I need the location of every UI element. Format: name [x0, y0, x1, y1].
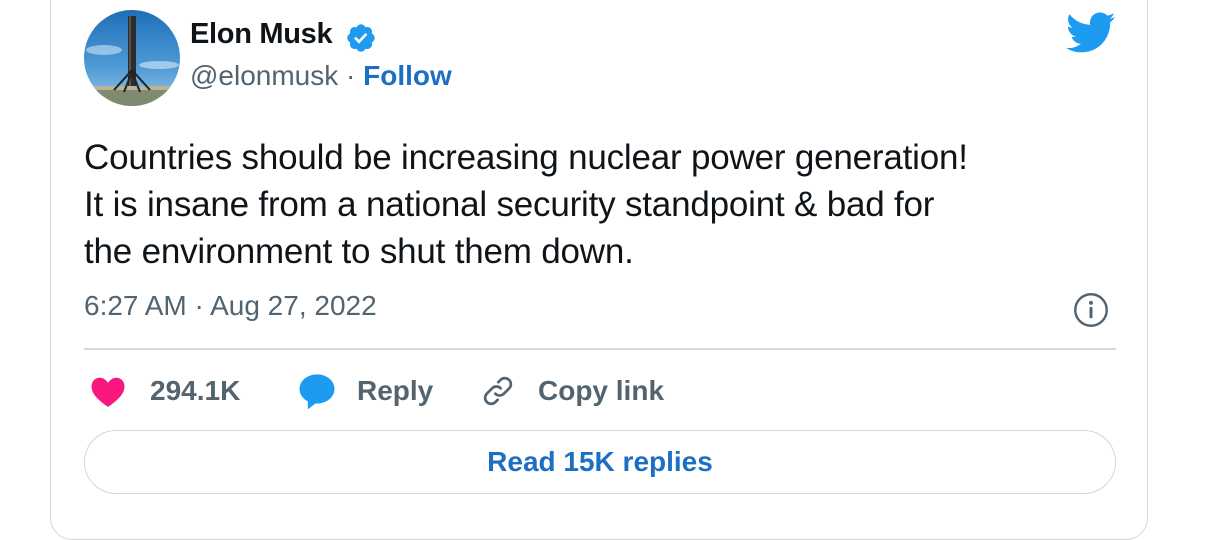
author-avatar[interactable] [84, 10, 180, 106]
handle-separator: · [338, 60, 364, 91]
reply-label: Reply [357, 375, 434, 406]
copy-link-label: Copy link [538, 375, 665, 406]
reply-button[interactable]: Reply [297, 370, 433, 412]
tweet-text-line: the environment to shut them down. [84, 232, 634, 271]
divider [84, 348, 1116, 350]
info-icon[interactable] [1073, 292, 1109, 328]
link-icon [483, 376, 513, 406]
speech-bubble-icon [299, 374, 335, 410]
tweet-text-line: It is insane from a national security st… [84, 185, 935, 224]
follow-button[interactable]: Follow [363, 60, 452, 91]
author-name[interactable]: Elon Musk [190, 18, 333, 51]
heart-icon [91, 377, 125, 407]
tweet-timestamp[interactable]: 6:27 AM · Aug 27, 2022 [84, 290, 377, 322]
avatar-image [84, 10, 180, 106]
read-replies-button[interactable]: Read 15K replies [84, 430, 1116, 494]
tweet-text-line: Countries should be increasing nuclear p… [84, 138, 968, 177]
verified-badge-icon [347, 24, 375, 52]
author-handle-row: @elonmusk · Follow [190, 60, 452, 92]
like-count: 294.1K [150, 375, 241, 406]
copy-link-button[interactable]: Copy link [480, 370, 664, 412]
tweet-text: Countries should be increasing nuclear p… [84, 134, 1124, 275]
like-button[interactable]: 294.1K [90, 370, 240, 412]
author-handle[interactable]: @elonmusk [190, 60, 338, 91]
twitter-bird-icon[interactable] [1066, 12, 1116, 54]
